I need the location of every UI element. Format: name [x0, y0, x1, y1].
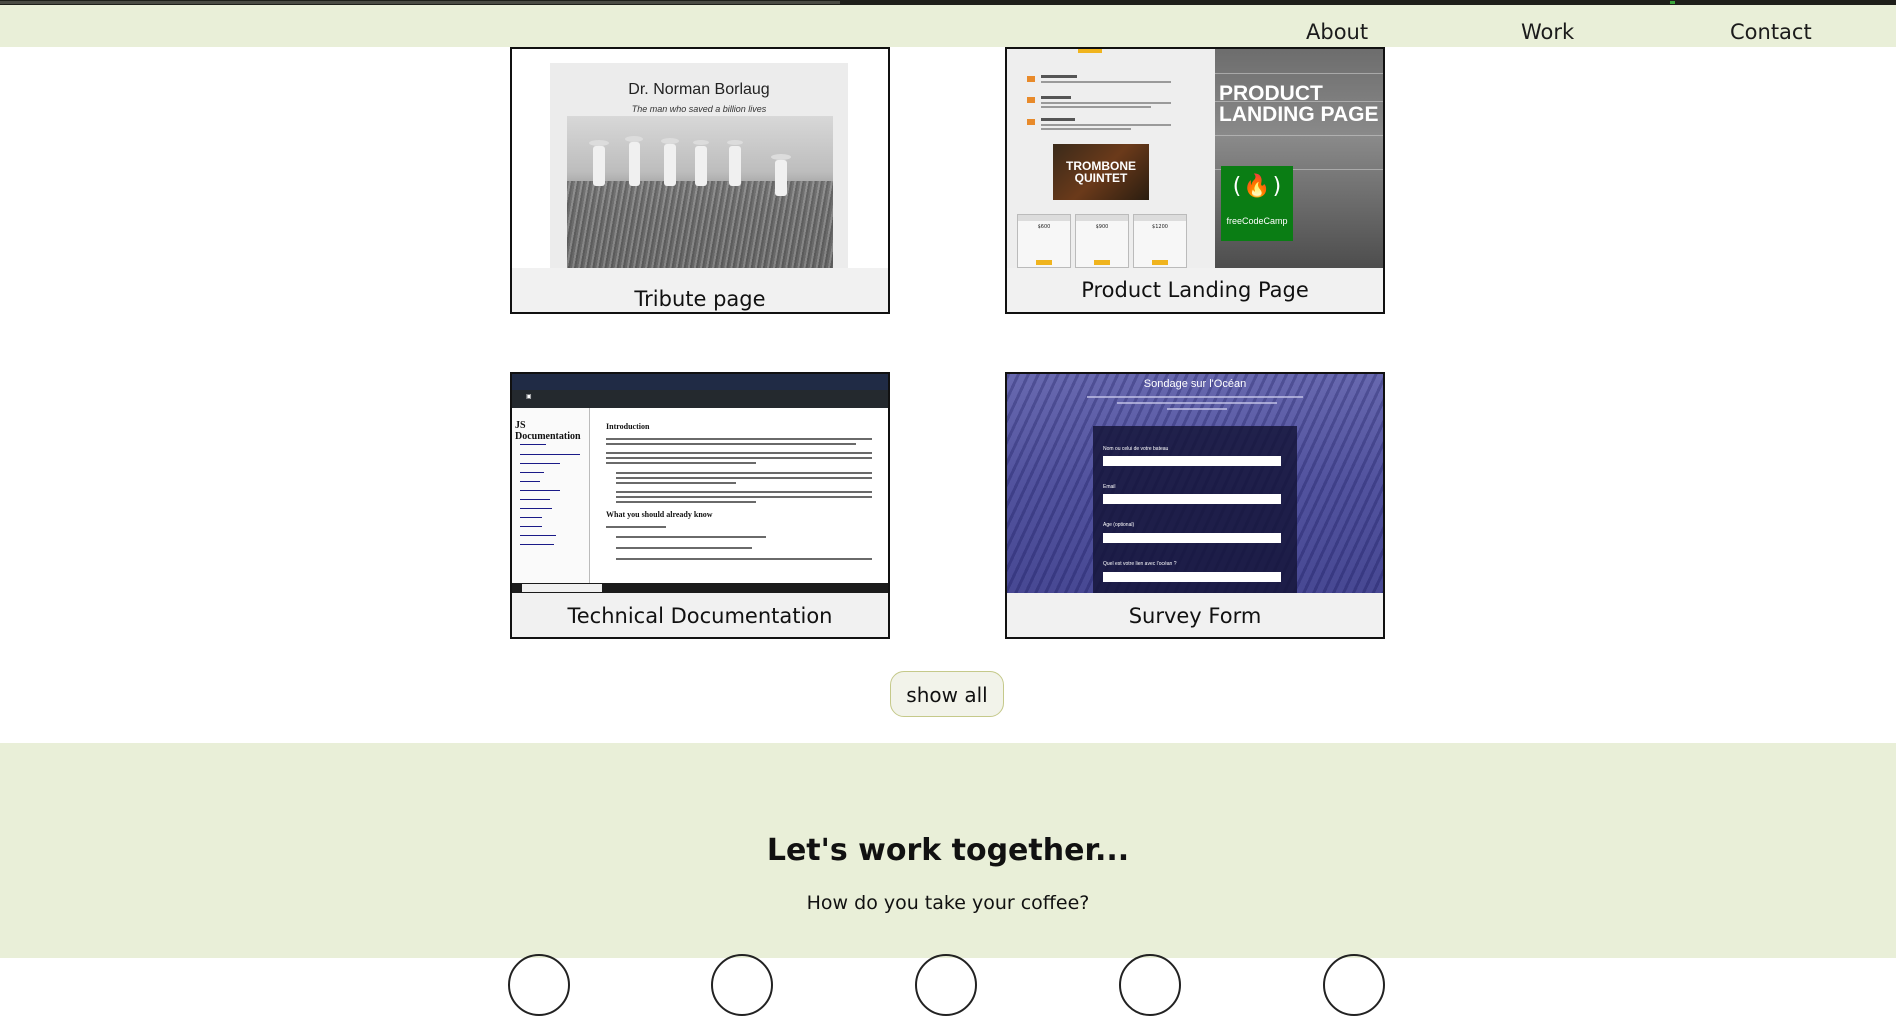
project-title: Product Landing Page — [1081, 278, 1309, 302]
nav-work-link[interactable]: Work — [1521, 20, 1574, 44]
preview-subheading: The man who saved a billion lives — [631, 104, 767, 114]
coffee-option[interactable] — [1323, 954, 1385, 1016]
freecodecamp-logo: (🔥) freeCodeCamp — [1221, 166, 1293, 241]
project-title: Survey Form — [1128, 604, 1262, 628]
coffee-option[interactable] — [1119, 954, 1181, 1016]
project-thumbnail: Sondage sur l'Océan Nom ou celui de votr… — [1007, 374, 1383, 593]
hero-title: PRODUCT LANDING PAGE — [1219, 82, 1379, 126]
video-title: TROMBONE QUINTET — [1066, 159, 1136, 185]
project-card-product-landing[interactable]: TROMBONE QUINTET $600 $900 $1200 PRODUCT… — [1005, 47, 1385, 314]
project-title: Tribute page — [634, 287, 766, 311]
progress-segment — [0, 1, 840, 4]
price-card: $600 — [1017, 214, 1071, 268]
nav-contact-link[interactable]: Contact — [1730, 20, 1812, 44]
show-all-button[interactable]: show all — [890, 671, 1004, 717]
browser-chrome — [512, 374, 888, 390]
fire-icon: (🔥) — [1230, 174, 1284, 199]
tribute-photo — [567, 116, 833, 268]
project-thumbnail: TROMBONE QUINTET $600 $900 $1200 PRODUCT… — [1007, 49, 1383, 268]
price-card: $1200 — [1133, 214, 1187, 268]
coffee-option[interactable] — [915, 954, 977, 1016]
project-thumbnail: ▣ JS Documentation Introduction What you… — [512, 374, 888, 593]
project-title: Technical Documentation — [567, 604, 833, 628]
price-card: $900 — [1075, 214, 1129, 268]
doc-sidebar: JS Documentation — [512, 408, 590, 583]
project-card-tribute[interactable]: Dr. Norman Borlaug The man who saved a b… — [510, 47, 890, 314]
status-dot — [1670, 1, 1675, 4]
coffee-option[interactable] — [508, 954, 570, 1016]
preview-heading: Sondage sur l'Océan — [1143, 378, 1247, 390]
preview-heading: Dr. Norman Borlaug — [628, 81, 770, 98]
coffee-option[interactable] — [711, 954, 773, 1016]
nav-about-link[interactable]: About — [1306, 20, 1368, 44]
section-heading: Let's work together... — [766, 833, 1130, 868]
section-subheading: How do you take your coffee? — [806, 892, 1090, 914]
taskbar — [512, 583, 888, 593]
project-thumbnail: Dr. Norman Borlaug The man who saved a b… — [512, 49, 888, 268]
project-card-survey-form[interactable]: Sondage sur l'Océan Nom ou celui de votr… — [1005, 372, 1385, 639]
project-card-technical-documentation[interactable]: ▣ JS Documentation Introduction What you… — [510, 372, 890, 639]
contact-section: Let's work together... How do you take y… — [0, 743, 1896, 1016]
top-navigation: About Work Contact — [0, 5, 1896, 47]
